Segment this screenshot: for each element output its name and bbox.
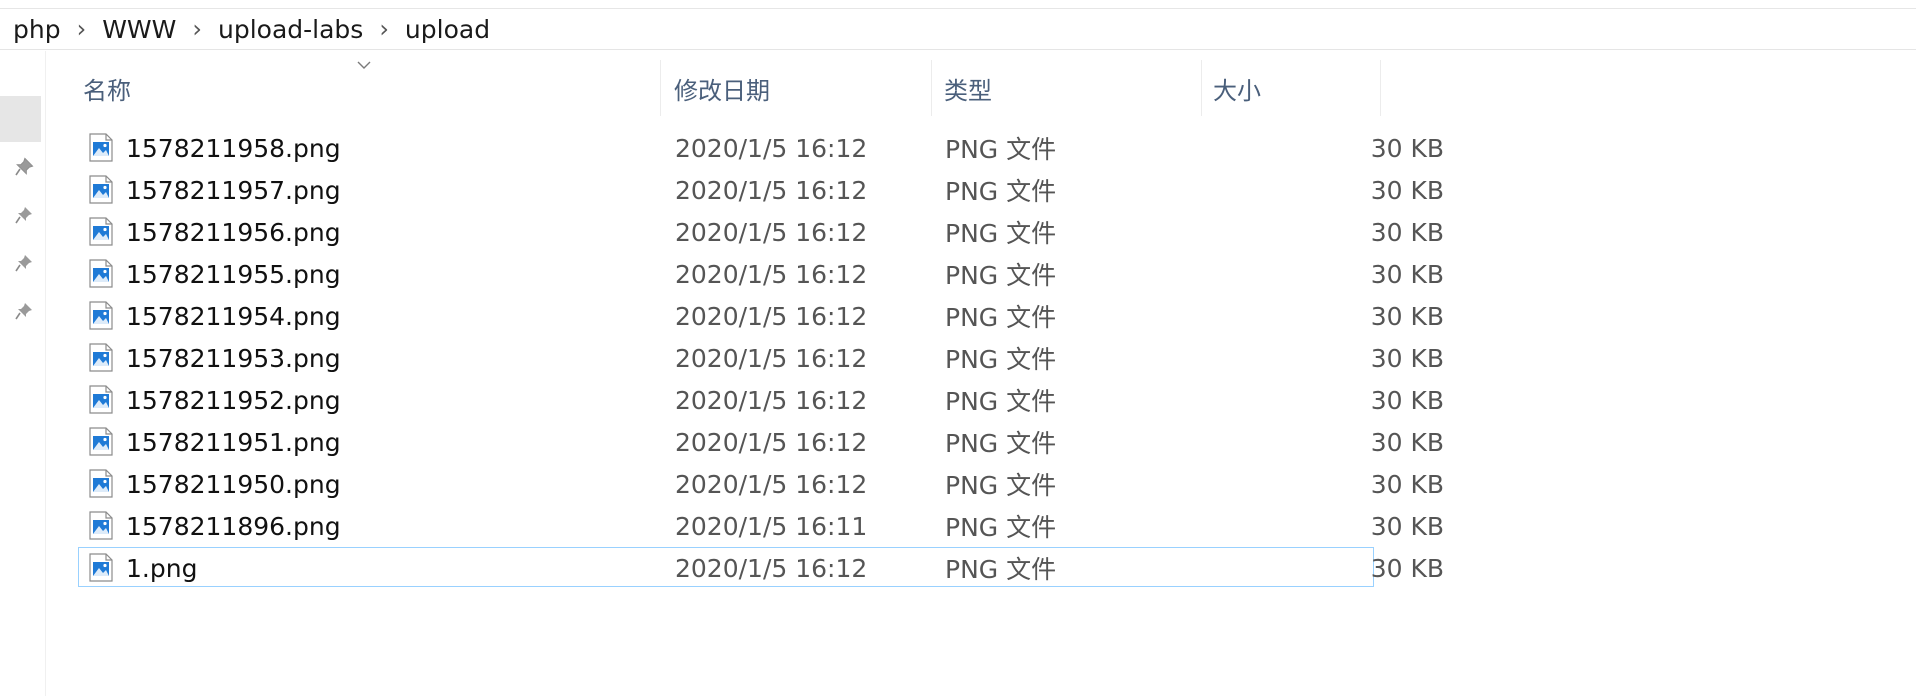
file-type: PNG 文件 [945,387,1057,416]
pin-icon[interactable] [11,250,37,276]
file-modified-date: 2020/1/5 16:12 [675,385,868,415]
file-modified-date: 2020/1/5 16:12 [675,259,868,289]
chevron-right-icon[interactable]: › [77,17,87,41]
file-modified-date: 2020/1/5 16:12 [675,427,868,457]
column-header-type[interactable]: 类型 [944,60,1199,116]
file-name: 1.png [126,553,198,583]
file-type: PNG 文件 [945,135,1057,164]
chevron-right-icon[interactable]: › [379,17,389,41]
file-row[interactable]: 1578211950.png 2020/1/5 16:12 PNG 文件 30 KB [78,463,1444,503]
file-row[interactable]: 1578211951.png 2020/1/5 16:12 PNG 文件 30 KB [78,421,1444,461]
file-name: 1578211958.png [126,133,341,163]
breadcrumb-item-php[interactable]: php [13,15,61,44]
png-file-icon [89,259,113,288]
png-file-icon [89,343,113,372]
png-file-icon [89,385,113,414]
pin-icon[interactable] [11,202,37,228]
file-row[interactable]: 1578211896.png 2020/1/5 16:11 PNG 文件 30 KB [78,505,1444,545]
file-type: PNG 文件 [945,471,1057,500]
file-modified-date: 2020/1/5 16:12 [675,133,868,163]
png-file-icon [89,301,113,330]
png-file-icon [89,175,113,204]
file-size: 30 KB [1370,343,1444,373]
pin-icon[interactable] [11,298,37,324]
file-modified-date: 2020/1/5 16:12 [675,217,868,247]
file-row[interactable]: 1.png 2020/1/5 16:12 PNG 文件 30 KB [78,547,1444,587]
file-modified-date: 2020/1/5 16:11 [675,511,868,541]
file-size: 30 KB [1370,259,1444,289]
file-type: PNG 文件 [945,345,1057,374]
pin-icon[interactable] [11,154,37,180]
column-header-date[interactable]: 修改日期 [674,60,929,116]
file-size: 30 KB [1370,133,1444,163]
breadcrumb-item-upload[interactable]: upload [405,15,490,44]
file-type: PNG 文件 [945,303,1057,332]
file-type: PNG 文件 [945,219,1057,248]
column-divider[interactable] [1380,60,1381,116]
window-top-edge [0,0,1916,9]
navigation-pane [0,51,46,696]
file-row[interactable]: 1578211956.png 2020/1/5 16:12 PNG 文件 30 KB [78,211,1444,251]
file-modified-date: 2020/1/5 16:12 [675,343,868,373]
breadcrumb-item-www[interactable]: WWW [102,15,176,44]
column-divider[interactable] [931,60,932,116]
file-name: 1578211956.png [126,217,341,247]
file-modified-date: 2020/1/5 16:12 [675,175,868,205]
file-row[interactable]: 1578211955.png 2020/1/5 16:12 PNG 文件 30 KB [78,253,1444,293]
file-size: 30 KB [1370,385,1444,415]
png-file-icon [89,511,113,540]
file-row[interactable]: 1578211953.png 2020/1/5 16:12 PNG 文件 30 KB [78,337,1444,377]
file-size: 30 KB [1370,553,1444,583]
file-size: 30 KB [1370,217,1444,247]
file-modified-date: 2020/1/5 16:12 [675,469,868,499]
file-size: 30 KB [1370,511,1444,541]
chevron-right-icon[interactable]: › [192,17,202,41]
column-divider[interactable] [660,60,661,116]
column-header-name[interactable]: 名称 [83,60,658,116]
file-name: 1578211952.png [126,385,341,415]
file-row[interactable]: 1578211952.png 2020/1/5 16:12 PNG 文件 30 KB [78,379,1444,419]
breadcrumb: php › WWW › upload-labs › upload [0,9,1916,50]
png-file-icon [89,133,113,162]
nav-selected-item[interactable] [0,96,41,142]
png-file-icon [89,217,113,246]
file-type: PNG 文件 [945,261,1057,290]
file-row[interactable]: 1578211957.png 2020/1/5 16:12 PNG 文件 30 KB [78,169,1444,209]
file-type: PNG 文件 [945,429,1057,458]
file-name: 1578211955.png [126,259,341,289]
file-name: 1578211957.png [126,175,341,205]
file-name: 1578211951.png [126,427,341,457]
file-type: PNG 文件 [945,513,1057,542]
file-name: 1578211950.png [126,469,341,499]
png-file-icon [89,469,113,498]
file-name: 1578211896.png [126,511,341,541]
file-row[interactable]: 1578211954.png 2020/1/5 16:12 PNG 文件 30 KB [78,295,1444,335]
png-file-icon [89,553,113,582]
column-header-size[interactable]: 大小 [1213,60,1378,116]
column-divider[interactable] [1201,60,1202,116]
file-name: 1578211954.png [126,301,341,331]
png-file-icon [89,427,113,456]
file-size: 30 KB [1370,175,1444,205]
file-modified-date: 2020/1/5 16:12 [675,553,868,583]
file-size: 30 KB [1370,301,1444,331]
file-name: 1578211953.png [126,343,341,373]
file-type: PNG 文件 [945,555,1057,584]
file-type: PNG 文件 [945,177,1057,206]
file-modified-date: 2020/1/5 16:12 [675,301,868,331]
breadcrumb-item-upload-labs[interactable]: upload-labs [218,15,363,44]
file-size: 30 KB [1370,427,1444,457]
file-row[interactable]: 1578211958.png 2020/1/5 16:12 PNG 文件 30 KB [78,127,1444,167]
file-size: 30 KB [1370,469,1444,499]
